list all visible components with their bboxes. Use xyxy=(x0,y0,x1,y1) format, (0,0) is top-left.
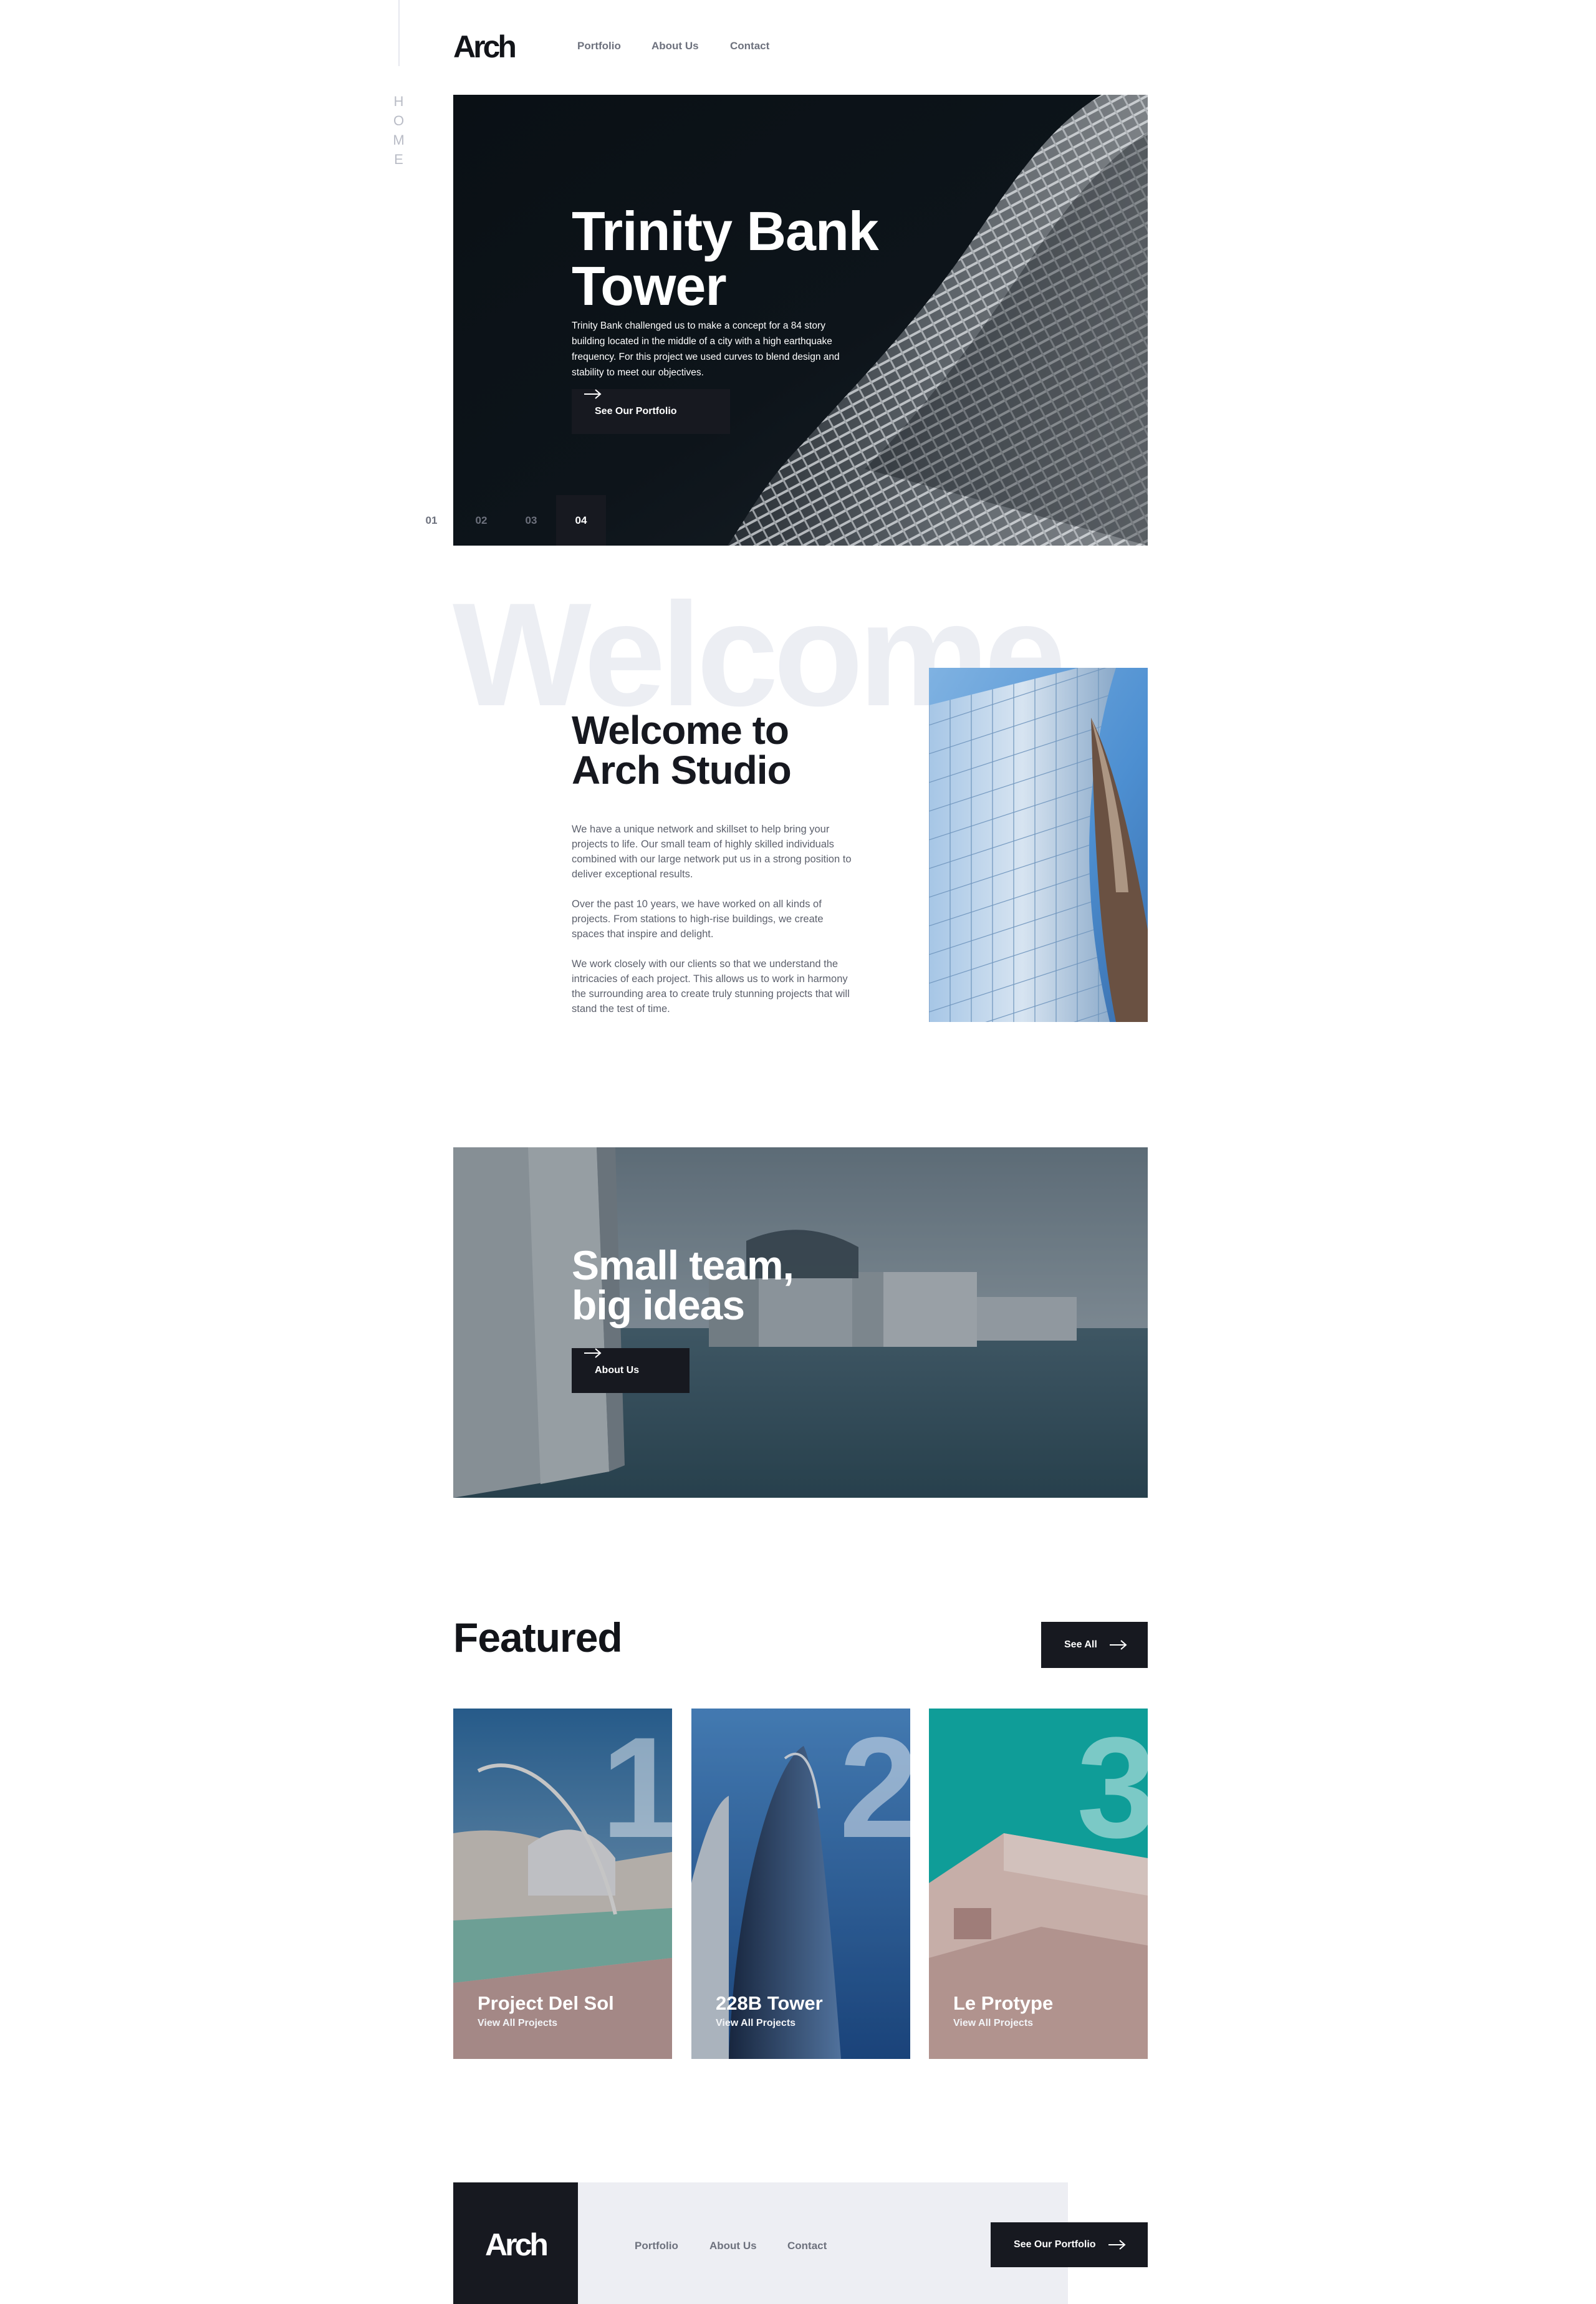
featured-title: Featured xyxy=(453,1614,623,1661)
small-team-banner: Small team, big ideas About Us xyxy=(453,1147,1148,1498)
about-us-button[interactable]: About Us xyxy=(572,1348,690,1393)
side-divider xyxy=(398,0,400,66)
nav-portfolio[interactable]: Portfolio xyxy=(577,40,621,52)
team-title-line2: big ideas xyxy=(572,1282,745,1328)
footer-logo-box[interactable]: Arch xyxy=(453,2182,578,2304)
footer-logo: Arch xyxy=(485,2227,549,2262)
page-indicator-label: HOME xyxy=(391,94,406,171)
nav-about-us[interactable]: About Us xyxy=(651,40,699,52)
slide-tab-01[interactable]: 01 xyxy=(406,495,456,546)
card-number: 1 xyxy=(601,1709,672,1868)
hero-slide: Trinity Bank Tower Trinity Bank challeng… xyxy=(453,95,1148,546)
slide-tab-03[interactable]: 03 xyxy=(506,495,556,546)
footer-nav-contact[interactable]: Contact xyxy=(787,2240,827,2252)
see-portfolio-button[interactable]: See Our Portfolio xyxy=(572,389,730,434)
hero-title: Trinity Bank Tower xyxy=(572,204,946,314)
featured-card-1[interactable]: 1 Project Del Sol View All Projects xyxy=(453,1709,672,2059)
see-portfolio-label: See Our Portfolio xyxy=(595,406,677,417)
arrow-right-icon xyxy=(584,1348,602,1358)
welcome-building-image xyxy=(929,668,1148,1022)
slide-tab-04[interactable]: 04 xyxy=(556,495,606,546)
footer-nav-portfolio[interactable]: Portfolio xyxy=(635,2240,678,2252)
welcome-paragraph-2: Over the past 10 years, we have worked o… xyxy=(572,899,824,940)
card-number: 3 xyxy=(1077,1709,1148,1868)
welcome-paragraph-1: We have a unique network and skillset to… xyxy=(572,824,852,880)
hero-title-line1: Trinity Bank xyxy=(572,200,879,262)
welcome-paragraph-3: We work closely with our clients so that… xyxy=(572,958,850,1015)
hero-title-line2: Tower xyxy=(572,255,727,317)
hero-description: Trinity Bank challenged us to make a con… xyxy=(572,321,840,378)
arrow-right-icon xyxy=(584,389,602,399)
card-number: 2 xyxy=(839,1709,910,1868)
card-link[interactable]: View All Projects xyxy=(716,2018,796,2029)
team-title: Small team, big ideas xyxy=(572,1242,883,1328)
card-title: Le Protype xyxy=(953,1992,1054,2014)
footer-portfolio-button[interactable]: See Our Portfolio xyxy=(991,2222,1148,2267)
featured-card-3[interactable]: 3 Le Protype View All Projects xyxy=(929,1709,1148,2059)
footer-portfolio-label: See Our Portfolio xyxy=(1014,2239,1096,2250)
welcome-title: Welcome to Arch Studio xyxy=(572,710,883,790)
see-all-button[interactable]: See All xyxy=(1041,1622,1148,1668)
nav-contact[interactable]: Contact xyxy=(730,40,769,52)
card-title: Project Del Sol xyxy=(478,1992,614,2014)
slide-pagination: 01 02 03 04 xyxy=(406,495,606,546)
welcome-title-line2: Arch Studio xyxy=(572,748,792,793)
card-title: 228B Tower xyxy=(716,1992,823,2014)
card-link[interactable]: View All Projects xyxy=(478,2018,557,2029)
arrow-right-icon xyxy=(1108,2240,1126,2250)
about-us-label: About Us xyxy=(595,1365,640,1376)
arrow-right-icon xyxy=(1109,1640,1127,1650)
welcome-title-line1: Welcome to xyxy=(572,708,789,753)
card-link[interactable]: View All Projects xyxy=(953,2018,1033,2029)
see-all-label: See All xyxy=(1064,1639,1097,1650)
footer-nav-about-us[interactable]: About Us xyxy=(709,2240,757,2252)
featured-card-2[interactable]: 2 228B Tower View All Projects xyxy=(691,1709,910,2059)
team-title-line1: Small team, xyxy=(572,1242,794,1288)
brand-logo[interactable]: Arch xyxy=(453,29,517,65)
slide-tab-02[interactable]: 02 xyxy=(456,495,506,546)
